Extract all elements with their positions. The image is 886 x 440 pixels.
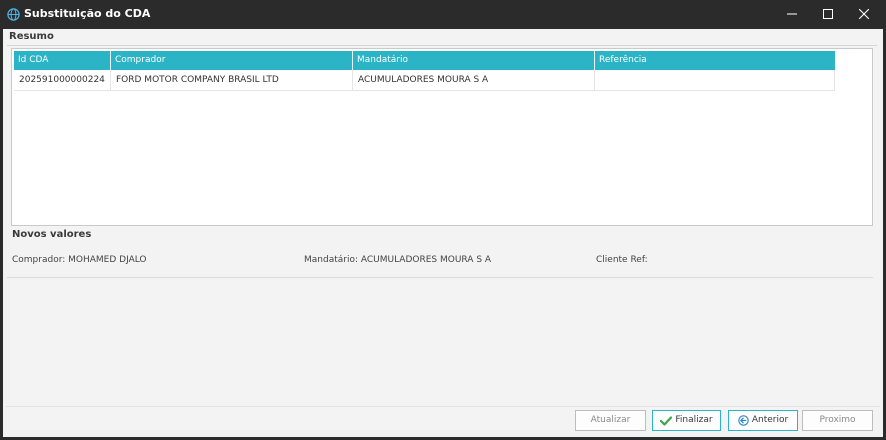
window-title: Substituição do CDA — [24, 7, 151, 20]
proximo-button[interactable]: Proximo — [802, 410, 873, 431]
column-header-comprador[interactable]: Comprador — [111, 51, 353, 70]
maximize-icon — [823, 9, 833, 19]
column-header-id-cda[interactable]: Id CDA — [14, 51, 111, 70]
novos-valores-panel — [7, 226, 873, 278]
arrow-left-circle-icon — [738, 415, 749, 426]
novo-mandatario-label: Mandatário: ACUMULADORES MOURA S A — [304, 255, 492, 265]
resumo-title: Resumo — [9, 31, 54, 42]
table-row[interactable]: 202591000000224 FORD MOTOR COMPANY BRASI… — [14, 70, 835, 91]
grid-header: Id CDA Comprador Mandatário Referência — [14, 51, 835, 70]
minimize-button[interactable] — [774, 0, 810, 29]
proximo-label: Proximo — [819, 415, 856, 425]
cliente-ref-label: Cliente Ref: — [596, 255, 648, 265]
resumo-divider — [7, 45, 877, 46]
globe-icon — [7, 8, 20, 21]
footer-divider — [6, 406, 880, 407]
minimize-icon — [787, 13, 797, 15]
cell-mandatario: ACUMULADORES MOURA S A — [353, 70, 595, 91]
cell-comprador: FORD MOTOR COMPANY BRASIL LTD — [111, 70, 353, 91]
column-header-mandatario[interactable]: Mandatário — [353, 51, 595, 70]
anterior-label: Anterior — [751, 415, 789, 425]
novos-valores-title: Novos valores — [12, 229, 92, 240]
maximize-button[interactable] — [810, 0, 846, 29]
cell-referencia — [595, 70, 835, 91]
close-button[interactable] — [846, 0, 882, 29]
cell-id-cda: 202591000000224 — [14, 70, 111, 91]
window-client-area: Resumo Id CDA Comprador Mandatário Refer… — [3, 29, 883, 437]
resumo-grid[interactable]: Id CDA Comprador Mandatário Referência 2… — [11, 48, 873, 226]
close-icon — [859, 9, 869, 19]
checkmark-icon — [660, 415, 673, 426]
anterior-button[interactable]: Anterior — [728, 410, 798, 431]
atualizar-label: Atualizar — [590, 415, 631, 425]
title-bar[interactable]: Substituição do CDA — [0, 0, 886, 29]
window: Substituição do CDA Resumo Id CDA Compra… — [0, 0, 886, 440]
finalizar-button[interactable]: Finalizar — [652, 410, 721, 431]
finalizar-label: Finalizar — [675, 415, 713, 425]
column-header-referencia[interactable]: Referência — [595, 51, 835, 70]
novo-comprador-label: Comprador: MOHAMED DJALO — [12, 255, 147, 265]
atualizar-button[interactable]: Atualizar — [575, 410, 646, 431]
